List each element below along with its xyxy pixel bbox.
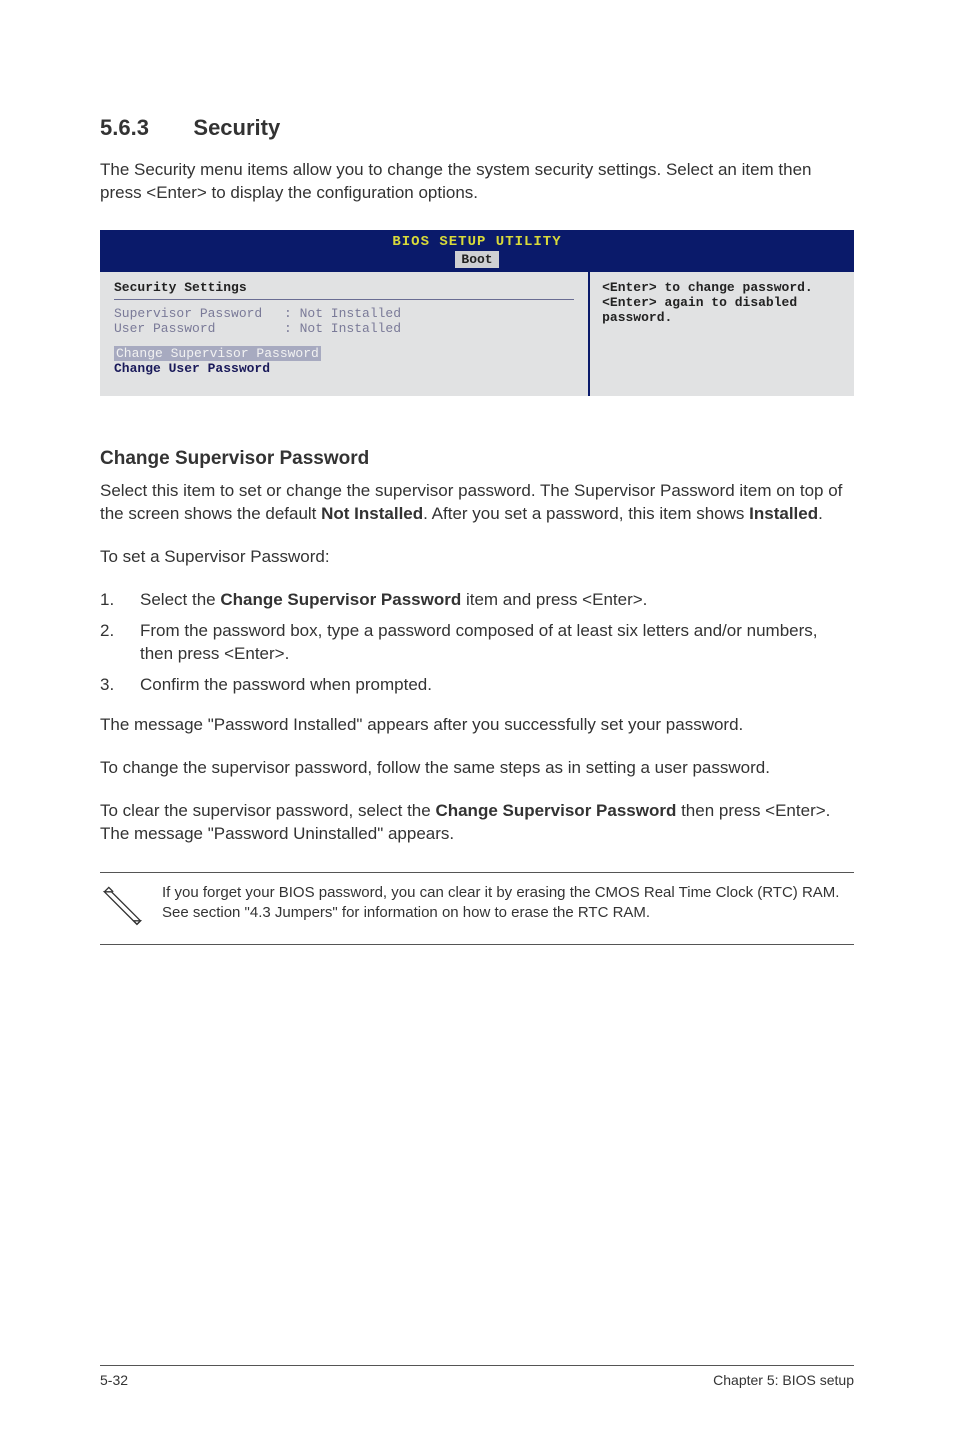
note-text: If you forget your BIOS password, you ca…	[162, 883, 854, 924]
step-3: 3. Confirm the password when prompted.	[100, 674, 854, 697]
bios-title: BIOS SETUP UTILITY	[100, 230, 854, 250]
chapter-label: Chapter 5: BIOS setup	[713, 1372, 854, 1388]
bios-change-user: Change User Password	[114, 361, 574, 376]
text: .	[818, 504, 823, 523]
bios-help-line2: <Enter> again to disabled password.	[602, 295, 842, 325]
bios-selected-item: Change Supervisor Password	[114, 346, 321, 361]
subsection-heading: Change Supervisor Password	[100, 448, 854, 470]
page-footer: 5-32 Chapter 5: BIOS setup	[100, 1365, 854, 1388]
bios-row-user: User Password: Not Installed	[114, 321, 574, 336]
step-number: 3.	[100, 674, 140, 697]
section-number: 5.6.3	[100, 115, 149, 141]
bios-screenshot: BIOS SETUP UTILITY Boot Security Setting…	[100, 225, 854, 438]
paragraph-5: To clear the supervisor password, select…	[100, 800, 854, 846]
section-title: Security	[193, 115, 280, 141]
bios-body: Security Settings Supervisor Password: N…	[100, 272, 854, 396]
bold-text: Not Installed	[321, 504, 423, 523]
intro-paragraph: The Security menu items allow you to cha…	[100, 159, 854, 205]
bios-curve-decoration	[100, 428, 854, 438]
text: Select the	[140, 590, 220, 609]
step-text: Select the Change Supervisor Password it…	[140, 589, 854, 612]
bios-tab-bar: Boot	[100, 250, 854, 272]
steps-list: 1. Select the Change Supervisor Password…	[100, 589, 854, 697]
bios-help-panel: <Enter> to change password. <Enter> agai…	[590, 272, 854, 396]
paragraph-3: The message "Password Installed" appears…	[100, 714, 854, 737]
step-2: 2. From the password box, type a passwor…	[100, 620, 854, 666]
step-text: Confirm the password when prompted.	[140, 674, 854, 697]
paragraph-1: Select this item to set or change the su…	[100, 480, 854, 526]
bios-tab-boot: Boot	[455, 251, 498, 268]
bold-text: Change Supervisor Password	[435, 801, 676, 820]
paragraph-2: To set a Supervisor Password:	[100, 546, 854, 569]
pencil-icon	[100, 883, 144, 927]
bold-text: Installed	[749, 504, 818, 523]
bios-row-label: User Password	[114, 321, 284, 336]
bios-window: BIOS SETUP UTILITY Boot Security Setting…	[100, 230, 854, 396]
text: . After you set a password, this item sh…	[423, 504, 749, 523]
bios-row-label: Supervisor Password	[114, 306, 284, 321]
bios-row-value: : Not Installed	[284, 321, 401, 336]
bios-divider	[114, 299, 574, 300]
text: To clear the supervisor password, select…	[100, 801, 435, 820]
bios-left-panel: Security Settings Supervisor Password: N…	[100, 272, 590, 396]
bios-row-supervisor: Supervisor Password: Not Installed	[114, 306, 574, 321]
text: item and press <Enter>.	[461, 590, 647, 609]
bios-help-line1: <Enter> to change password.	[602, 280, 842, 295]
step-text: From the password box, type a password c…	[140, 620, 854, 666]
bios-row-value: : Not Installed	[284, 306, 401, 321]
step-number: 1.	[100, 589, 140, 612]
note-icon	[100, 883, 144, 932]
section-heading: 5.6.3 Security	[100, 115, 854, 141]
step-number: 2.	[100, 620, 140, 666]
bold-text: Change Supervisor Password	[220, 590, 461, 609]
paragraph-4: To change the supervisor password, follo…	[100, 757, 854, 780]
step-1: 1. Select the Change Supervisor Password…	[100, 589, 854, 612]
page-number: 5-32	[100, 1372, 128, 1388]
note-block: If you forget your BIOS password, you ca…	[100, 872, 854, 945]
bios-section-title: Security Settings	[114, 280, 574, 295]
